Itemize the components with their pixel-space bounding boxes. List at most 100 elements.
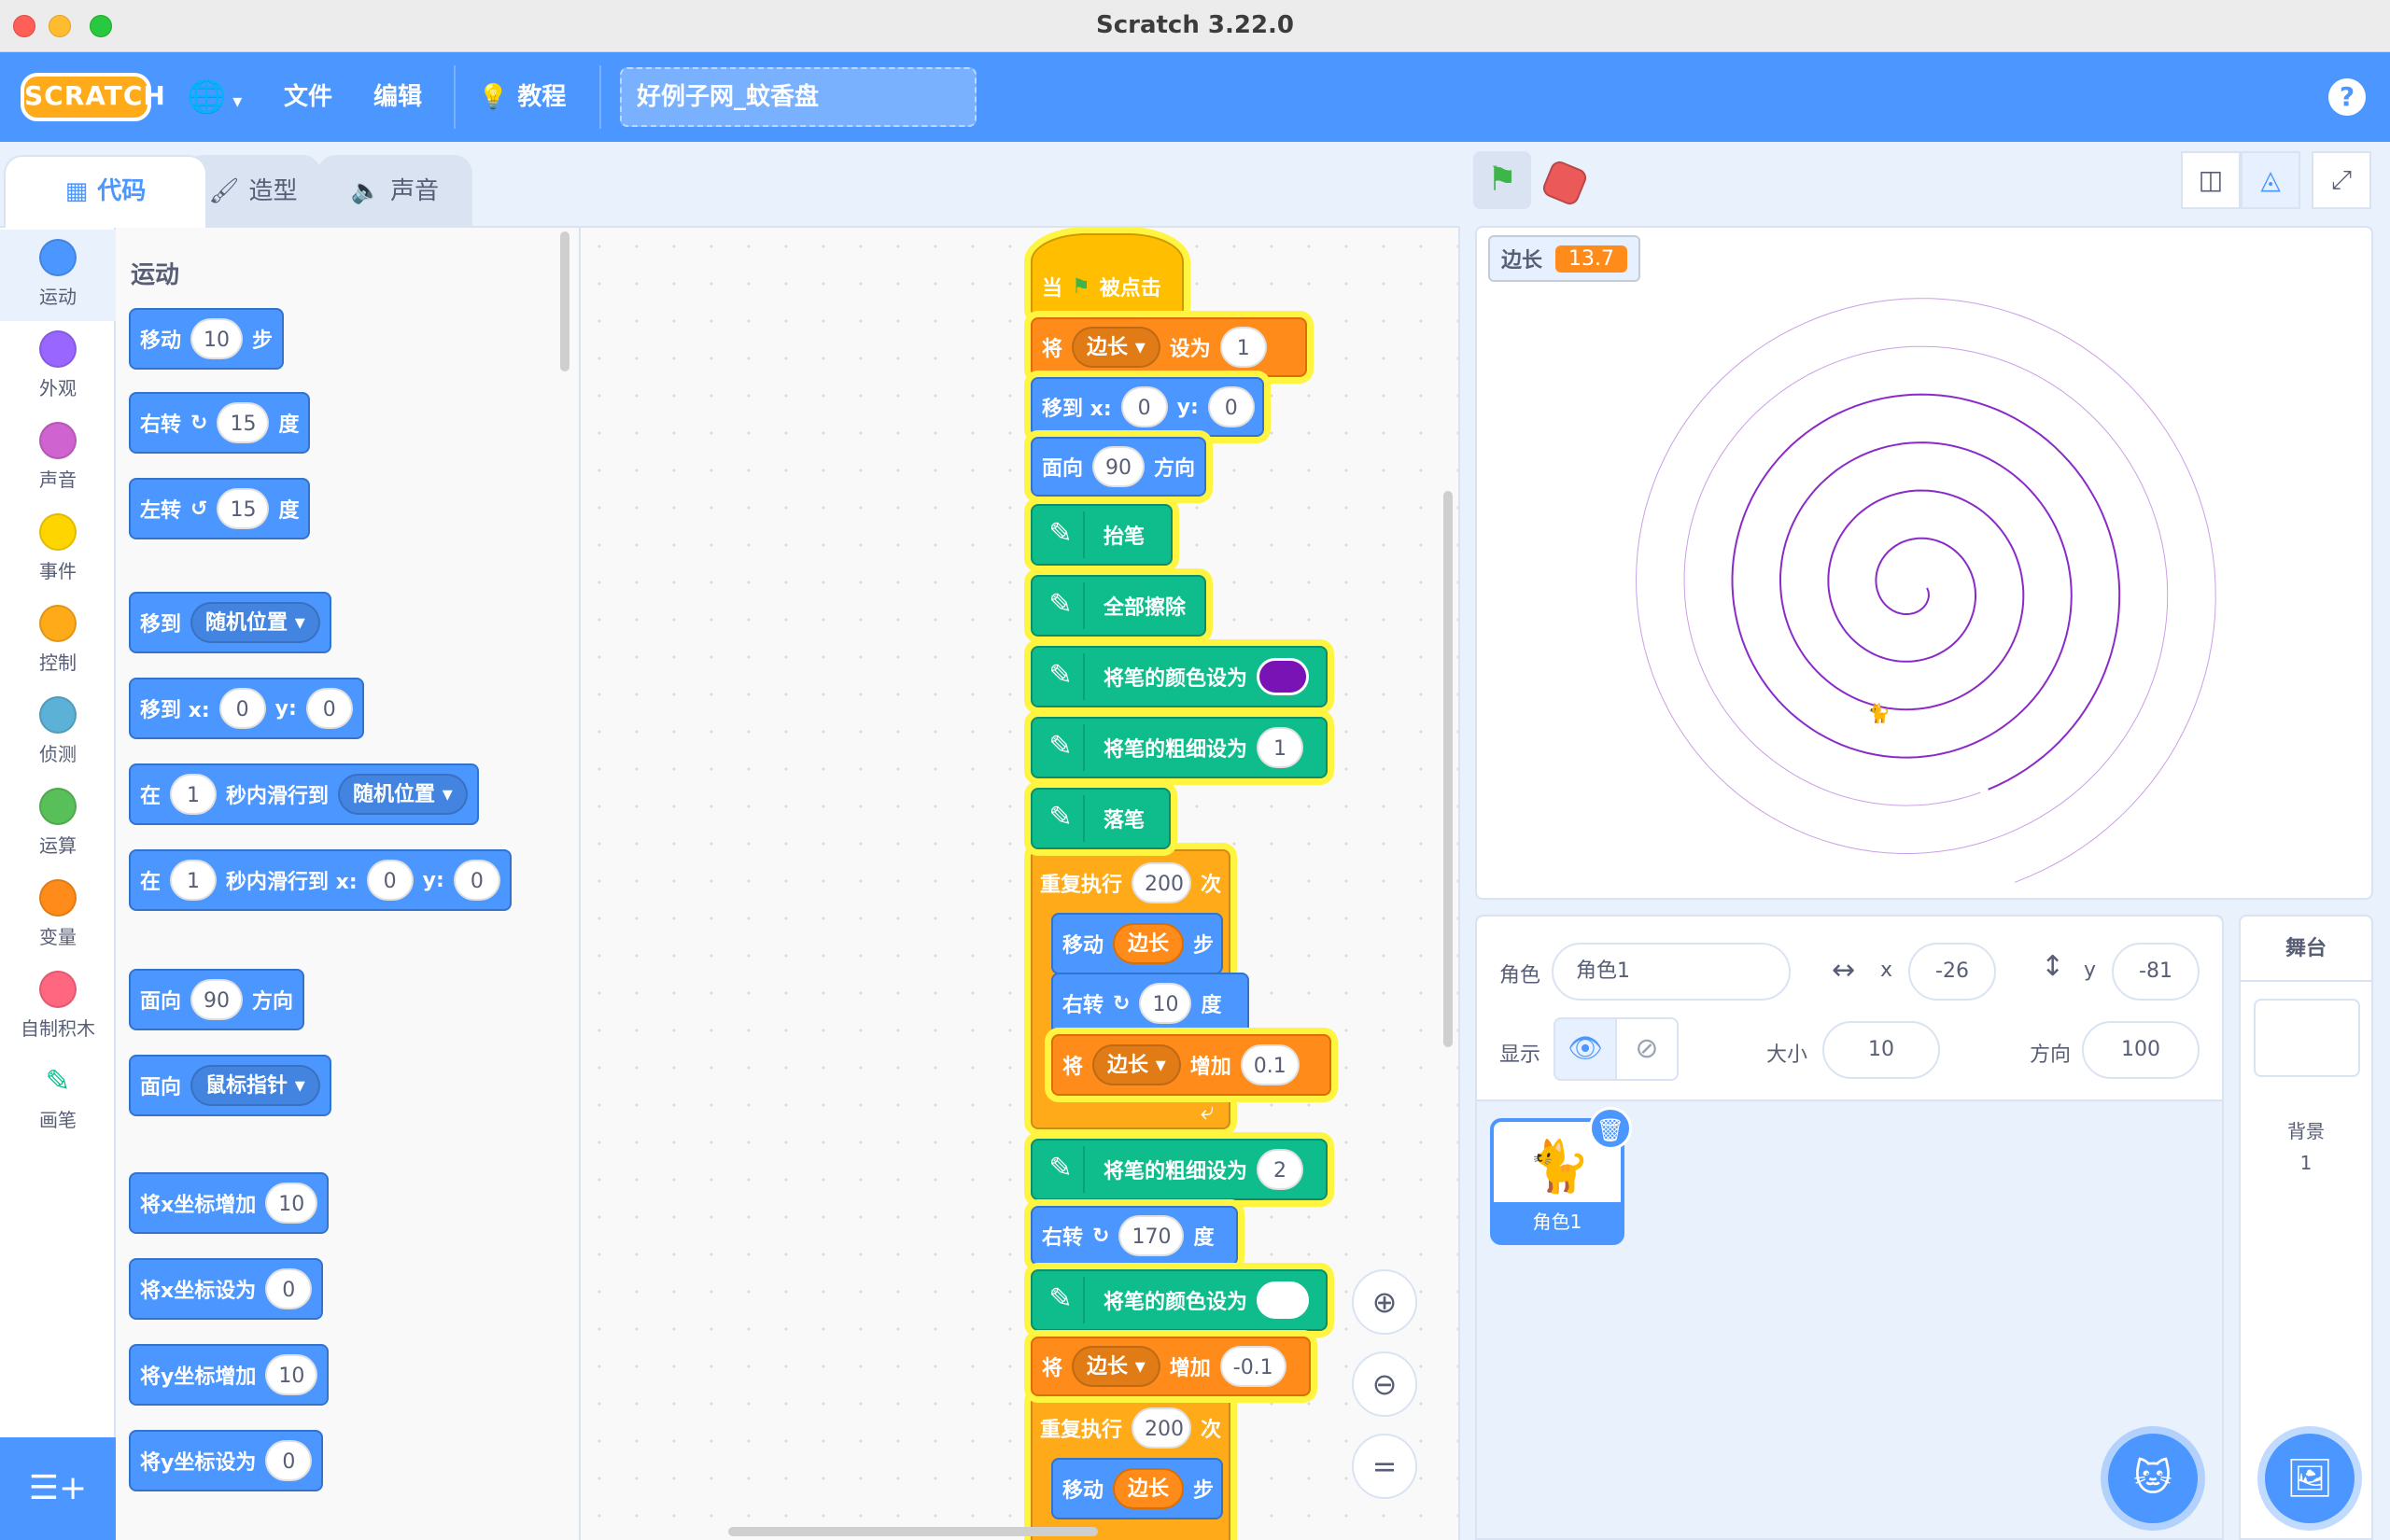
category-8[interactable]: 变量 [0, 870, 116, 961]
category-1[interactable]: 运动 [0, 230, 116, 321]
color-swatch[interactable] [1257, 658, 1310, 695]
palette-scrollbar[interactable] [560, 231, 569, 371]
stage-canvas[interactable]: 边长 13.7 🐈 [1475, 226, 2373, 900]
category-2[interactable]: 外观 [0, 321, 116, 413]
hide-sprite-button[interactable]: ⊘ [1615, 1017, 1679, 1081]
number-input[interactable]: 2 [1257, 1149, 1304, 1190]
tab-code[interactable]: ▦ 代码 [4, 155, 207, 228]
change-variable-block[interactable]: 将 边长 增加 -0.1 [1031, 1337, 1311, 1396]
block-goto-xy[interactable]: 移到 x: 0 y: 0 [129, 678, 364, 739]
set-pen-color-block[interactable]: ✎ 将笔的颜色设为 [1031, 646, 1328, 707]
category-7[interactable]: 运算 [0, 778, 116, 870]
block-turn-left[interactable]: 左转 ↺ 15 度 [129, 478, 311, 539]
category-3[interactable]: 声音 [0, 413, 116, 504]
turn-right-block[interactable]: 右转 ↻ 10 度 [1051, 973, 1249, 1034]
project-title-input[interactable]: 好例子网_蚊香盘 [620, 67, 977, 127]
set-variable-block[interactable]: 将 边长 设为 1 [1031, 317, 1307, 377]
point-direction-block[interactable]: 面向 90 方向 [1031, 437, 1206, 497]
y-position-input[interactable]: -81 [2112, 943, 2200, 1001]
x-position-input[interactable]: -26 [1908, 943, 1996, 1001]
move-variable-block[interactable]: 移动 边长 步 [1051, 913, 1223, 974]
variable-reporter[interactable]: 边长 [1113, 1468, 1185, 1509]
help-button[interactable]: ? [2328, 78, 2366, 116]
block-set-x[interactable]: 将x坐标设为 0 [129, 1258, 324, 1320]
when-flag-clicked-block[interactable]: 当 ⚑ 被点击 [1031, 233, 1184, 317]
size-input[interactable]: 10 [1822, 1021, 1940, 1079]
goto-xy-block[interactable]: 移到 x: 0 y: 0 [1031, 377, 1264, 437]
towards-target-dropdown[interactable]: 鼠标指针 [190, 1065, 320, 1106]
number-input[interactable]: 0 [265, 1268, 313, 1309]
seconds-input[interactable]: 1 [170, 774, 218, 815]
language-menu[interactable]: 🌐 ▾ [187, 52, 242, 142]
zoom-out-button[interactable]: ⊖ [1352, 1351, 1417, 1417]
number-input[interactable]: 0.1 [1240, 1044, 1300, 1085]
direction-input[interactable]: 90 [1092, 446, 1145, 487]
green-flag-button[interactable]: ⚑ [1473, 151, 1531, 209]
set-pen-size-block[interactable]: ✎ 将笔的粗细设为 1 [1031, 717, 1328, 778]
stage-thumbnail[interactable] [2254, 999, 2360, 1077]
repeat-count-input[interactable]: 200 [1132, 1407, 1191, 1449]
x-input[interactable]: 0 [218, 688, 266, 729]
block-point-towards[interactable]: 面向 鼠标指针 [129, 1055, 331, 1116]
block-change-y[interactable]: 将y坐标增加 10 [129, 1344, 330, 1406]
y-input[interactable]: 0 [453, 860, 500, 901]
variable-dropdown[interactable]: 边长 [1092, 1044, 1181, 1085]
y-input[interactable]: 0 [1207, 386, 1255, 427]
pen-up-block[interactable]: ✎ 抬笔 [1031, 504, 1173, 566]
number-input[interactable]: 10 [1139, 983, 1192, 1024]
number-input[interactable]: 10 [265, 1183, 318, 1224]
tab-sounds[interactable]: 🔈 声音 [317, 155, 472, 226]
block-move-steps[interactable]: 移动 10 步 [129, 308, 285, 370]
glide-target-dropdown[interactable]: 随机位置 [338, 774, 468, 815]
add-extension-button[interactable]: ☰+ [0, 1437, 116, 1540]
delete-sprite-button[interactable]: 🗑 [1589, 1107, 1632, 1150]
number-input[interactable]: -0.1 [1219, 1346, 1286, 1387]
move-variable-block[interactable]: 移动 边长 步 [1051, 1458, 1223, 1519]
variable-reporter[interactable]: 边长 [1113, 923, 1185, 964]
seconds-input[interactable]: 1 [170, 860, 218, 901]
block-turn-right[interactable]: 右转 ↻ 15 度 [129, 392, 311, 454]
file-menu[interactable]: 文件 [284, 52, 332, 142]
erase-all-block[interactable]: ✎ 全部擦除 [1031, 575, 1206, 637]
goto-target-dropdown[interactable]: 随机位置 [190, 602, 320, 643]
sprite-name-input[interactable]: 角色1 [1552, 943, 1791, 1001]
script-horizontal-scrollbar[interactable] [728, 1527, 1098, 1536]
change-variable-block[interactable]: 将 边长 增加 0.1 [1051, 1034, 1331, 1096]
number-input[interactable]: 0 [265, 1440, 313, 1481]
block-point-direction[interactable]: 面向 90 方向 [129, 969, 305, 1030]
block-set-y[interactable]: 将y坐标设为 0 [129, 1430, 324, 1491]
repeat-header[interactable]: 重复执行 200 次 [1031, 853, 1230, 913]
script-vertical-scrollbar[interactable] [1443, 491, 1453, 1047]
repeat-header[interactable]: 重复执行 200 次 [1031, 1398, 1230, 1458]
show-sprite-button[interactable]: 👁 [1554, 1017, 1617, 1081]
tutorials-button[interactable]: 💡 教程 [478, 52, 566, 142]
block-change-x[interactable]: 将x坐标增加 10 [129, 1172, 330, 1234]
small-stage-button[interactable]: ◫ [2181, 151, 2241, 209]
large-stage-button[interactable]: ◬ [2241, 151, 2300, 209]
category-4[interactable]: 事件 [0, 504, 116, 595]
choose-backdrop-button[interactable]: 🖼 [2265, 1434, 2355, 1523]
zoom-reset-button[interactable]: = [1352, 1434, 1417, 1499]
set-pen-color-block[interactable]: ✎ 将笔的颜色设为 [1031, 1269, 1328, 1331]
variable-dropdown[interactable]: 边长 [1072, 1346, 1160, 1387]
repeat-count-input[interactable]: 200 [1132, 862, 1191, 903]
stop-button[interactable] [1539, 158, 1590, 208]
y-input[interactable]: 0 [305, 688, 353, 729]
pen-down-block[interactable]: ✎ 落笔 [1031, 788, 1171, 849]
number-input[interactable]: 10 [265, 1354, 318, 1395]
direction-input[interactable]: 100 [2082, 1021, 2200, 1079]
choose-sprite-button[interactable]: 🐱 [2108, 1434, 2198, 1523]
zoom-in-button[interactable]: ⊕ [1352, 1269, 1417, 1335]
fullscreen-button[interactable]: ⤢ [2312, 151, 2371, 209]
variable-dropdown[interactable]: 边长 [1072, 327, 1160, 368]
set-pen-size-block[interactable]: ✎ 将笔的粗细设为 2 [1031, 1139, 1328, 1200]
category-9[interactable]: 自制积木 [0, 961, 116, 1053]
x-input[interactable]: 0 [366, 860, 414, 901]
number-input[interactable]: 15 [217, 488, 270, 529]
block-goto[interactable]: 移到 随机位置 [129, 592, 331, 653]
number-input[interactable]: 1 [1257, 727, 1304, 768]
turn-right-block[interactable]: 右转 ↻ 170 度 [1031, 1206, 1238, 1266]
x-input[interactable]: 0 [1120, 386, 1168, 427]
block-glide[interactable]: 在 1 秒内滑行到 随机位置 [129, 763, 479, 825]
number-input[interactable]: 170 [1118, 1215, 1185, 1256]
